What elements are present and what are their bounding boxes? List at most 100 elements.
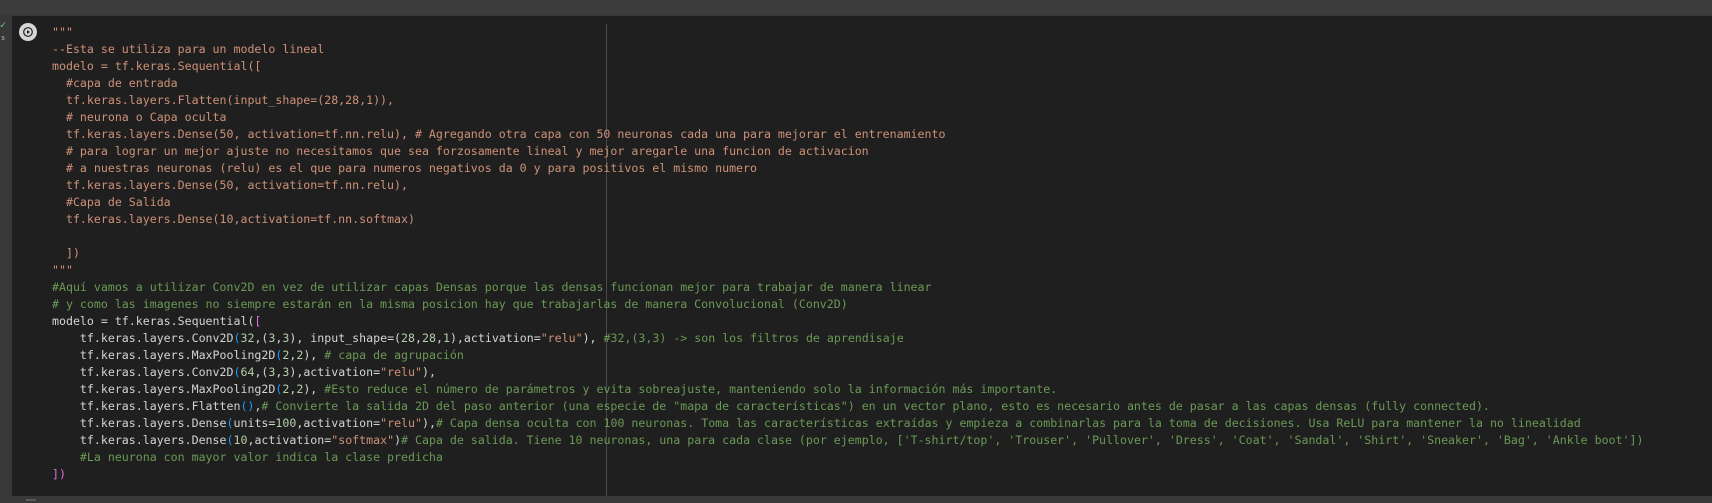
code-token: ),: [303, 348, 325, 362]
code-token: ,activation=: [296, 416, 381, 430]
code-line: tf.keras.layers.Conv2D(64,(3,3),activati…: [52, 364, 1644, 381]
code-token: tf.keras.layers.MaxPooling2D: [52, 348, 276, 362]
top-bar: [0, 0, 1712, 14]
code-line: tf.keras.layers.Flatten(),# Convierte la…: [52, 398, 1644, 415]
code-line: #Aquí vamos a utilizar Conv2D en vez de …: [52, 279, 1644, 296]
code-line: # y como las imagenes no siempre estarán…: [52, 296, 1644, 313]
code-token: tf.keras.layers.Conv2D: [52, 331, 234, 345]
code-token: ,(: [254, 331, 269, 345]
code-token: ),: [582, 331, 604, 345]
code-line: #Capa de Salida: [52, 194, 1644, 211]
code-line: tf.keras.layers.Dense(50, activation=tf.…: [52, 177, 1644, 194]
code-token: "softmax": [331, 433, 395, 447]
code-token: 1: [442, 331, 450, 345]
code-token: ),: [422, 416, 436, 430]
code-token: #capa de entrada: [52, 76, 178, 90]
code-token: tf.keras.layers.Dense: [52, 416, 227, 430]
code-token: (: [226, 433, 234, 447]
code-token: # Convierte la salida 2D del paso anteri…: [261, 399, 1490, 413]
code-line: ]): [52, 245, 1644, 262]
code-token: # neurona o Capa oculta: [52, 110, 227, 124]
code-line: tf.keras.layers.Dense(units=100,activati…: [52, 415, 1644, 432]
code-token: 64: [240, 365, 255, 379]
code-token: # a nuestras neuronas (relu) es el que p…: [52, 161, 757, 175]
code-token: ]): [52, 467, 66, 481]
code-token: ), input_shape=(: [289, 331, 402, 345]
code-token: ,: [415, 331, 422, 345]
code-token: 100: [275, 416, 297, 430]
code-token: # Capa de salida. Tiene 10 neuronas, una…: [401, 433, 1644, 447]
code-token: (: [226, 416, 234, 430]
code-line: --Esta se utiliza para un modelo lineal: [52, 41, 1644, 58]
code-token: "relu": [380, 365, 422, 379]
code-token: (): [240, 399, 255, 413]
code-token: 32: [240, 331, 255, 345]
code-token: tf.keras.layers.Flatten: [52, 399, 241, 413]
code-token: ),: [303, 382, 325, 396]
code-token: #Esto reduce el número de parámetros y e…: [324, 382, 1058, 396]
play-icon: [23, 27, 33, 37]
code-token: 28: [422, 331, 436, 345]
code-token: ,activation=: [247, 433, 332, 447]
cell-resize-handle[interactable]: [26, 499, 36, 501]
code-token: """: [52, 263, 73, 277]
code-token: """: [52, 25, 73, 39]
code-line: modelo = tf.keras.Sequential([: [52, 58, 1644, 75]
code-line: tf.keras.layers.Dense(50, activation=tf.…: [52, 126, 1644, 143]
code-line: ]): [52, 466, 1644, 483]
code-token: #Capa de Salida: [52, 195, 171, 209]
code-line: tf.keras.layers.Flatten(input_shape=(28,…: [52, 92, 1644, 109]
code-line: modelo = tf.keras.Sequential([: [52, 313, 1644, 330]
code-line: tf.keras.layers.Dense(10,activation="sof…: [52, 432, 1644, 449]
code-token: tf.keras.layers.Dense(10,activation=tf.n…: [52, 212, 415, 226]
code-line: tf.keras.layers.MaxPooling2D(2,2), #Esto…: [52, 381, 1644, 398]
code-line: tf.keras.layers.Conv2D(32,(3,3), input_s…: [52, 330, 1644, 347]
code-token: modelo = tf.keras.Sequential(: [52, 314, 255, 328]
code-token: 10: [233, 433, 248, 447]
code-token: #32,(3,3) -> son los filtros de aprendis…: [603, 331, 904, 345]
code-token: # Capa densa oculta con 100 neuronas. To…: [435, 416, 1581, 430]
execution-success-icon: ✓: [0, 20, 7, 31]
code-token: units=: [233, 416, 276, 430]
code-line: tf.keras.layers.Dense(10,activation=tf.n…: [52, 211, 1644, 228]
code-token: # y como las imagenes no siempre estarán…: [52, 297, 848, 311]
code-token: tf.keras.layers.Conv2D: [52, 365, 234, 379]
code-editor[interactable]: """ --Esta se utiliza para un modelo line…: [52, 24, 1644, 483]
code-line: # para lograr un mejor ajuste no necesit…: [52, 143, 1644, 160]
left-gutter: [0, 14, 12, 503]
code-token: tf.keras.layers.MaxPooling2D: [52, 382, 276, 396]
code-token: modelo = tf.keras.Sequential([: [52, 59, 262, 73]
code-line: # neurona o Capa oculta: [52, 109, 1644, 126]
code-token: ): [394, 433, 402, 447]
code-line: #La neurona con mayor valor indica la cl…: [52, 449, 1644, 466]
code-line: #capa de entrada: [52, 75, 1644, 92]
bottom-strip: [0, 496, 1712, 503]
code-token: ,: [435, 331, 443, 345]
code-line: tf.keras.layers.MaxPooling2D(2,2), # cap…: [52, 347, 1644, 364]
code-token: ),: [422, 365, 436, 379]
code-token: ),activation=: [449, 331, 541, 345]
execution-time-label: s: [1, 34, 6, 42]
code-token: # para lograr un mejor ajuste no necesit…: [52, 144, 869, 158]
code-token: tf.keras.layers.Flatten(input_shape=(28,…: [52, 93, 395, 107]
code-token: #Aquí vamos a utilizar Conv2D en vez de …: [52, 280, 932, 294]
code-token: # capa de agrupación: [324, 348, 464, 362]
code-token: #La neurona con mayor valor indica la cl…: [79, 450, 443, 464]
code-line: """: [52, 24, 1644, 41]
code-line: # a nuestras neuronas (relu) es el que p…: [52, 160, 1644, 177]
code-token: ),activation=: [289, 365, 381, 379]
code-token: tf.keras.layers.Dense(50, activation=tf.…: [52, 127, 946, 141]
code-token: tf.keras.layers.Dense: [52, 433, 227, 447]
code-line: """: [52, 262, 1644, 279]
code-token: ,(: [254, 365, 269, 379]
code-token: tf.keras.layers.Dense(50, activation=tf.…: [52, 178, 408, 192]
code-token: --Esta se utiliza para un modelo lineal: [52, 42, 325, 56]
code-token: 28: [401, 331, 416, 345]
run-cell-button[interactable]: [19, 23, 37, 41]
code-token: "relu": [380, 416, 422, 430]
code-token: ]): [52, 246, 80, 260]
code-token: "relu": [540, 331, 583, 345]
code-token: [: [254, 314, 262, 328]
